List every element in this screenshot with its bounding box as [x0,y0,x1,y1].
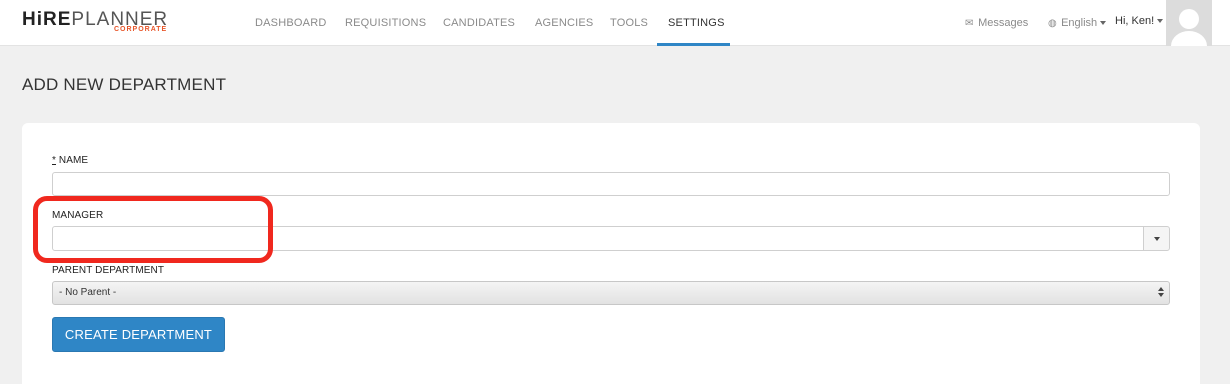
user-menu[interactable]: Hi, Ken! [1115,15,1164,27]
messages-link[interactable]: ✉ Messages [965,17,1028,29]
create-department-button[interactable]: CREATE DEPARTMENT [52,317,225,352]
required-marker: * [52,155,56,166]
logo-tagline: CORPORATE [114,26,168,33]
avatar-head [1179,9,1199,29]
chevron-down-icon [1100,21,1107,26]
name-input[interactable] [52,172,1170,196]
nav-agencies[interactable]: AGENCIES [535,17,593,29]
page-title: ADD NEW DEPARTMENT [22,75,227,94]
manager-dropdown-toggle[interactable] [1143,226,1170,251]
language-dropdown[interactable]: ◍ English [1048,17,1107,29]
envelope-icon: ✉ [965,18,974,29]
name-label-text: NAME [58,155,89,166]
parent-department-value: - No Parent - [59,287,117,298]
messages-label: Messages [978,17,1029,29]
manager-label: MANAGER [52,210,104,221]
nav-settings[interactable]: SETTINGS [668,17,725,29]
chevron-down-icon [1154,237,1160,241]
language-label: English [1061,17,1098,29]
globe-icon: ◍ [1048,18,1057,29]
greeting-label: Hi, Ken! [1115,15,1155,27]
manager-combobox-input[interactable] [52,226,1144,251]
avatar-body [1171,31,1207,46]
parent-department-label: PARENT DEPARTMENT [52,265,165,276]
nav-tools[interactable]: TOOLS [610,17,648,29]
select-arrows-icon [1158,286,1164,300]
logo-hire: HiRE [22,9,72,30]
user-avatar[interactable] [1166,0,1212,46]
name-label: * NAME [52,155,88,166]
top-navbar: HiREPLANNER CORPORATE DASHBOARD REQUISIT… [0,0,1230,46]
nav-requisitions[interactable]: REQUISITIONS [345,17,426,29]
nav-dashboard[interactable]: DASHBOARD [255,17,326,29]
hireplanner-logo[interactable]: HiREPLANNER CORPORATE [22,9,172,39]
chevron-down-icon [1157,19,1164,24]
active-tab-indicator [657,43,730,46]
parent-department-select[interactable]: - No Parent - [52,281,1170,305]
nav-candidates[interactable]: CANDIDATES [443,17,515,29]
